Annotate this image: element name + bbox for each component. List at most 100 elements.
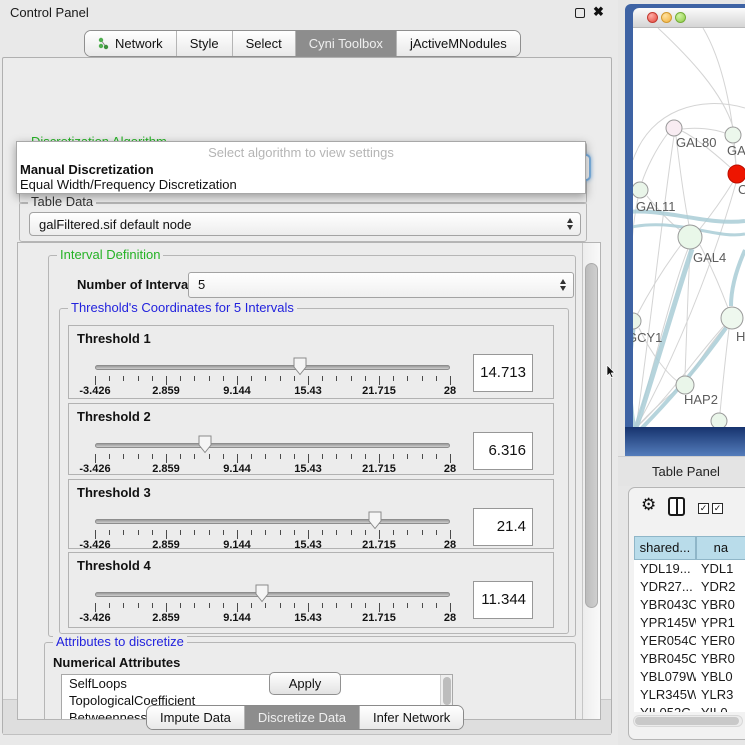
float-icon[interactable] — [575, 8, 585, 18]
tick-mark — [138, 454, 139, 459]
threshold-value-field[interactable]: 21.4 — [473, 508, 533, 546]
tick-mark — [237, 603, 238, 612]
network-node[interactable] — [711, 413, 727, 427]
network-node[interactable] — [728, 165, 745, 183]
network-node[interactable] — [666, 120, 682, 136]
table-cell: YER054C — [634, 632, 696, 650]
tab-network[interactable]: Network — [85, 31, 177, 56]
gear-icon[interactable]: ⚙ — [641, 495, 656, 515]
control-panel-body: Discretization Algorithm Select algorith… — [2, 57, 612, 734]
attribute-list-item[interactable]: SelfLoops — [62, 675, 452, 692]
network-edge — [633, 198, 638, 313]
threshold-slider-track[interactable] — [95, 592, 450, 597]
tick-mark — [407, 530, 408, 535]
tick-mark — [265, 603, 266, 608]
mouse-cursor — [606, 365, 616, 379]
tick-mark — [336, 376, 337, 381]
network-node[interactable] — [633, 313, 641, 329]
table-hscrollbar[interactable] — [633, 715, 743, 727]
number-of-intervals-value: 5 — [198, 277, 205, 292]
mac-close-icon[interactable] — [647, 12, 658, 23]
network-node[interactable] — [725, 127, 741, 143]
numerical-attributes-label: Numerical Attributes — [53, 655, 180, 670]
bottom-tab-discretize-data[interactable]: Discretize Data — [245, 706, 360, 729]
table-data-combobox[interactable]: galFiltered.sif default node — [29, 212, 581, 236]
algorithm-dropdown-popup: Select algorithm to view settings Manual… — [16, 141, 586, 194]
screenshot-root: Control Panel ✖ NetworkStyleSelectCyni T… — [0, 0, 745, 745]
table-row[interactable]: YER054CYER0 — [634, 632, 745, 650]
table-row[interactable]: YBL079WYBL0 — [634, 668, 745, 686]
tick-mark — [294, 454, 295, 459]
threshold-slider-thumb[interactable] — [254, 584, 269, 603]
table-row[interactable]: YBR043CYBR0 — [634, 596, 745, 614]
tick-mark — [95, 530, 96, 539]
tick-mark — [336, 603, 337, 608]
bottom-tab-impute-data[interactable]: Impute Data — [147, 706, 245, 729]
mac-minimize-icon[interactable] — [661, 12, 672, 23]
threshold-label: Threshold 4 — [77, 558, 151, 573]
table-row[interactable]: YBR045CYBR0 — [634, 650, 745, 668]
tick-mark — [365, 454, 366, 459]
checkbox-icon[interactable]: ✓ — [698, 503, 709, 514]
threshold-slider-track[interactable] — [95, 365, 450, 370]
tab-jactivemnodules[interactable]: jActiveMNodules — [397, 31, 520, 56]
tab-cyni-toolbox[interactable]: Cyni Toolbox — [296, 31, 397, 56]
tick-mark — [109, 454, 110, 459]
network-node[interactable] — [678, 225, 702, 249]
mac-zoom-icon[interactable] — [675, 12, 686, 23]
tick-mark — [365, 603, 366, 608]
table-cell: YPR1 — [696, 614, 745, 632]
column-header-2[interactable]: na — [696, 536, 745, 560]
tick-mark — [308, 454, 309, 463]
table-cell: YLR3 — [696, 686, 745, 704]
threshold-value-field[interactable]: 6.316 — [473, 432, 533, 470]
table-row[interactable]: YLR345WYLR3 — [634, 686, 745, 704]
network-node-label: H — [736, 329, 745, 344]
threshold-slider-track[interactable] — [95, 443, 450, 448]
bottom-tab-infer-network[interactable]: Infer Network — [360, 706, 463, 729]
popup-item-1[interactable]: Manual Discretization — [20, 162, 154, 177]
threshold-slider-track[interactable] — [95, 519, 450, 524]
tick-mark — [109, 603, 110, 608]
network-node-label: GA — [727, 143, 745, 158]
table-row[interactable]: YPR145WYPR1 — [634, 614, 745, 632]
tick-mark — [223, 603, 224, 608]
tick-label: 15.43 — [294, 385, 322, 397]
tab-select[interactable]: Select — [233, 31, 296, 56]
tick-mark — [138, 530, 139, 535]
tab-style[interactable]: Style — [177, 31, 233, 56]
columns-icon[interactable] — [668, 497, 685, 516]
settings-scrollbar[interactable] — [582, 243, 600, 719]
network-canvas[interactable]: GAL80GACGAL11GAL4GCY1HHAP2 — [633, 28, 745, 427]
network-node-label: GAL80 — [676, 135, 716, 150]
threshold-value-field[interactable]: 14.713 — [473, 354, 533, 392]
network-node[interactable] — [721, 307, 743, 329]
table-header-row: shared...na — [634, 536, 745, 560]
table-hscrollbar-thumb[interactable] — [635, 717, 739, 725]
network-window-titlebar[interactable] — [633, 8, 745, 28]
close-icon[interactable]: ✖ — [593, 4, 604, 20]
tick-label: 15.43 — [294, 463, 322, 475]
settings-scrollbar-thumb[interactable] — [585, 263, 598, 608]
tick-mark — [123, 530, 124, 535]
tick-mark — [123, 376, 124, 381]
column-header-1[interactable]: shared... — [634, 536, 696, 560]
tick-mark — [336, 454, 337, 459]
threshold-slider-thumb[interactable] — [368, 511, 383, 530]
network-edge — [720, 329, 729, 413]
apply-button[interactable]: Apply — [269, 672, 341, 695]
threshold-value-field[interactable]: 11.344 — [473, 581, 533, 619]
checkbox-icon[interactable]: ✓ — [712, 503, 723, 514]
tick-mark — [280, 454, 281, 459]
network-node[interactable] — [633, 182, 648, 198]
table-cell: YPR145W — [634, 614, 696, 632]
table-row[interactable]: YDR27...YDR2 — [634, 578, 745, 596]
table-row[interactable]: YIL052CYIL0 — [634, 704, 745, 712]
table-cell: YIL0 — [696, 704, 745, 712]
threshold-slider-thumb[interactable] — [198, 435, 213, 454]
number-of-intervals-spinner[interactable]: 5 — [188, 272, 574, 298]
threshold-slider-thumb[interactable] — [292, 357, 307, 376]
tick-mark — [194, 376, 195, 381]
popup-item-2[interactable]: Equal Width/Frequency Discretization — [20, 177, 237, 192]
table-row[interactable]: YDL19...YDL1 — [634, 560, 745, 578]
